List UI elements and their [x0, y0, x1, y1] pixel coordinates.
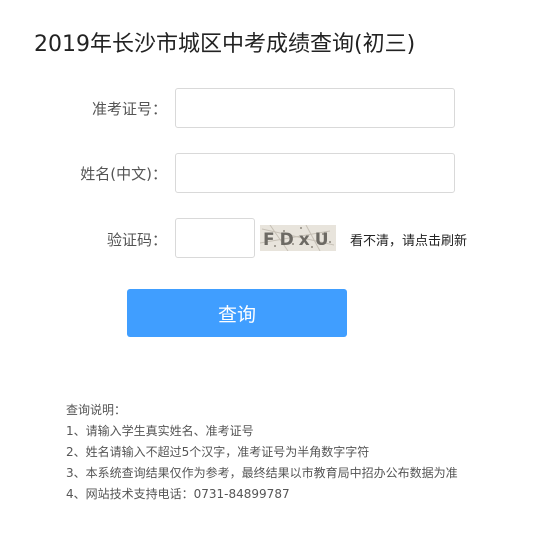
captcha-image[interactable]: FDxU: [260, 225, 336, 251]
query-notes: 查询说明： 1、请输入学生真实姓名、准考证号 2、姓名请输入不超过5个汉字，准考…: [66, 400, 458, 505]
notes-heading: 查询说明：: [66, 403, 127, 417]
query-button[interactable]: 查询: [127, 289, 347, 337]
notes-item: 1、请输入学生真实姓名、准考证号: [66, 424, 254, 438]
notes-item: 2、姓名请输入不超过5个汉字，准考证号为半角数字字符: [66, 445, 370, 459]
captcha-text: FDxU: [263, 230, 334, 250]
name-label: 姓名(中文)：: [80, 165, 167, 183]
captcha-label: 验证码：: [106, 231, 167, 249]
page-title: 2019年长沙市城区中考成绩查询(初三): [34, 32, 416, 57]
notes-item: 3、本系统查询结果仅作为参考，最终结果以市教育局中招办公布数据为准: [66, 466, 458, 480]
notes-item: 4、网站技术支持电话：0731-84899787: [66, 487, 290, 501]
captcha-input[interactable]: [175, 218, 255, 258]
name-input[interactable]: [175, 153, 455, 193]
captcha-refresh-link[interactable]: 看不清，请点击刷新: [350, 230, 467, 249]
exam-id-input[interactable]: [175, 88, 455, 128]
exam-id-label: 准考证号：: [91, 100, 167, 118]
